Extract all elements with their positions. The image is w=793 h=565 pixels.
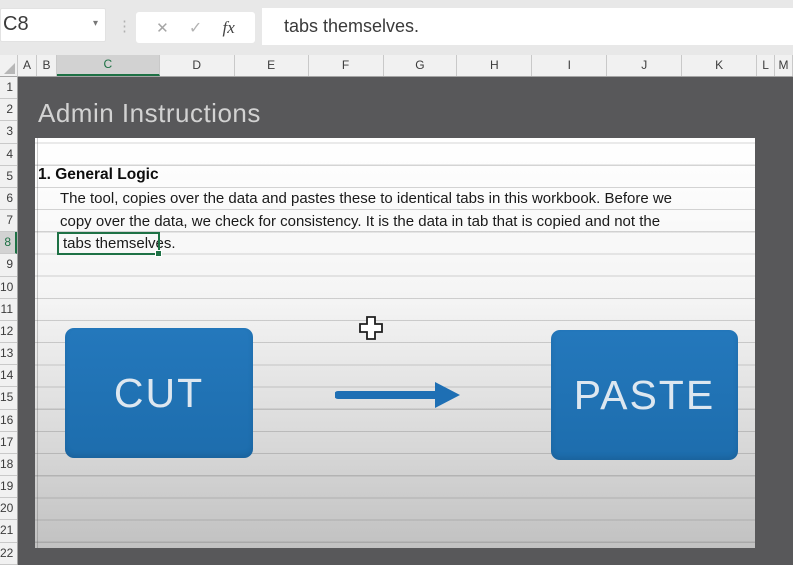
row-header-10[interactable]: 10	[0, 277, 17, 299]
row-header-16[interactable]: 16	[0, 410, 17, 432]
cut-button[interactable]: CUT	[65, 328, 253, 458]
name-box[interactable]: C8 ▾	[0, 8, 106, 42]
row-header-1[interactable]: 1	[0, 77, 17, 100]
row-header-13[interactable]: 13	[0, 343, 17, 366]
column-header-l[interactable]: L	[757, 55, 776, 76]
column-header-i[interactable]: I	[532, 55, 608, 76]
select-all-button[interactable]	[0, 55, 18, 77]
dots-separator-icon: ⋮	[117, 18, 132, 35]
admin-instructions-title: Admin Instructions	[38, 98, 261, 128]
arrow-right-icon	[335, 382, 460, 408]
row-header-18[interactable]: 18	[0, 454, 17, 477]
row-header-3[interactable]: 3	[0, 121, 17, 144]
column-header-j[interactable]: J	[607, 55, 683, 76]
body-line-2: copy over the data, we check for consist…	[60, 212, 661, 230]
formula-text: tabs themselves.	[284, 16, 420, 36]
row-header-21[interactable]: 21	[0, 520, 17, 543]
column-headers: A B C D E F G H I J K L M	[18, 55, 793, 77]
enter-icon[interactable]: ✓	[189, 18, 202, 38]
paste-button-label: PASTE	[573, 371, 716, 418]
row-header-15[interactable]: 15	[0, 387, 17, 410]
row-header-2[interactable]: 2	[0, 99, 17, 122]
cut-button-label: CUT	[113, 369, 205, 416]
cell-reference: C8	[3, 13, 29, 35]
column-header-a[interactable]: A	[18, 55, 37, 76]
formula-buttons-group: ✕ ✓ fx	[136, 12, 255, 43]
column-header-e[interactable]: E	[235, 55, 309, 76]
panel-left-edge	[37, 138, 38, 548]
cell-cursor-icon	[359, 316, 383, 340]
formula-bar-area: C8 ▾ ⋮ ✕ ✓ fx tabs themselves.	[0, 0, 793, 55]
row-header-22[interactable]: 22	[0, 543, 17, 565]
row-header-19[interactable]: 19	[0, 476, 17, 499]
row-header-7[interactable]: 7	[0, 210, 17, 233]
column-header-c[interactable]: C	[56, 55, 160, 76]
row-header-8[interactable]: 8	[0, 232, 17, 255]
row-header-20[interactable]: 20	[0, 498, 17, 521]
column-header-k[interactable]: K	[682, 55, 758, 76]
column-header-m[interactable]: M	[775, 55, 793, 76]
row-header-14[interactable]: 14	[0, 365, 17, 388]
row-header-6[interactable]: 6	[0, 188, 17, 211]
column-header-d[interactable]: D	[160, 55, 235, 76]
worksheet-grid[interactable]: Admin Instructions 1. General Logic The …	[18, 77, 793, 565]
insert-function-icon[interactable]: fx	[223, 18, 235, 38]
row-headers: 1 2 3 4 5 6 7 8 9 10 11 12 13 14 15 16 1…	[0, 77, 18, 565]
chevron-down-icon[interactable]: ▾	[93, 18, 98, 29]
selected-cell-outline[interactable]	[57, 232, 162, 257]
row-header-4[interactable]: 4	[0, 144, 17, 166]
select-all-triangle-icon	[4, 63, 15, 74]
paste-button[interactable]: PASTE	[551, 330, 738, 460]
column-header-g[interactable]: G	[384, 55, 458, 76]
row-header-11[interactable]: 11	[0, 299, 17, 321]
fill-handle[interactable]	[155, 250, 162, 257]
body-line-1: The tool, copies over the data and paste…	[60, 190, 673, 207]
section-heading: 1. General Logic	[38, 166, 159, 183]
row-header-5[interactable]: 5	[0, 166, 17, 188]
cancel-icon[interactable]: ✕	[156, 19, 169, 37]
column-header-b[interactable]: B	[37, 55, 57, 76]
row-header-12[interactable]: 12	[0, 321, 17, 344]
column-header-f[interactable]: F	[309, 55, 384, 76]
formula-input[interactable]: tabs themselves.	[262, 8, 793, 45]
excel-window: C8 ▾ ⋮ ✕ ✓ fx tabs themselves. A B C D E…	[0, 0, 793, 565]
row-header-9[interactable]: 9	[0, 254, 17, 277]
column-header-h[interactable]: H	[457, 55, 533, 76]
row-header-17[interactable]: 17	[0, 432, 17, 454]
